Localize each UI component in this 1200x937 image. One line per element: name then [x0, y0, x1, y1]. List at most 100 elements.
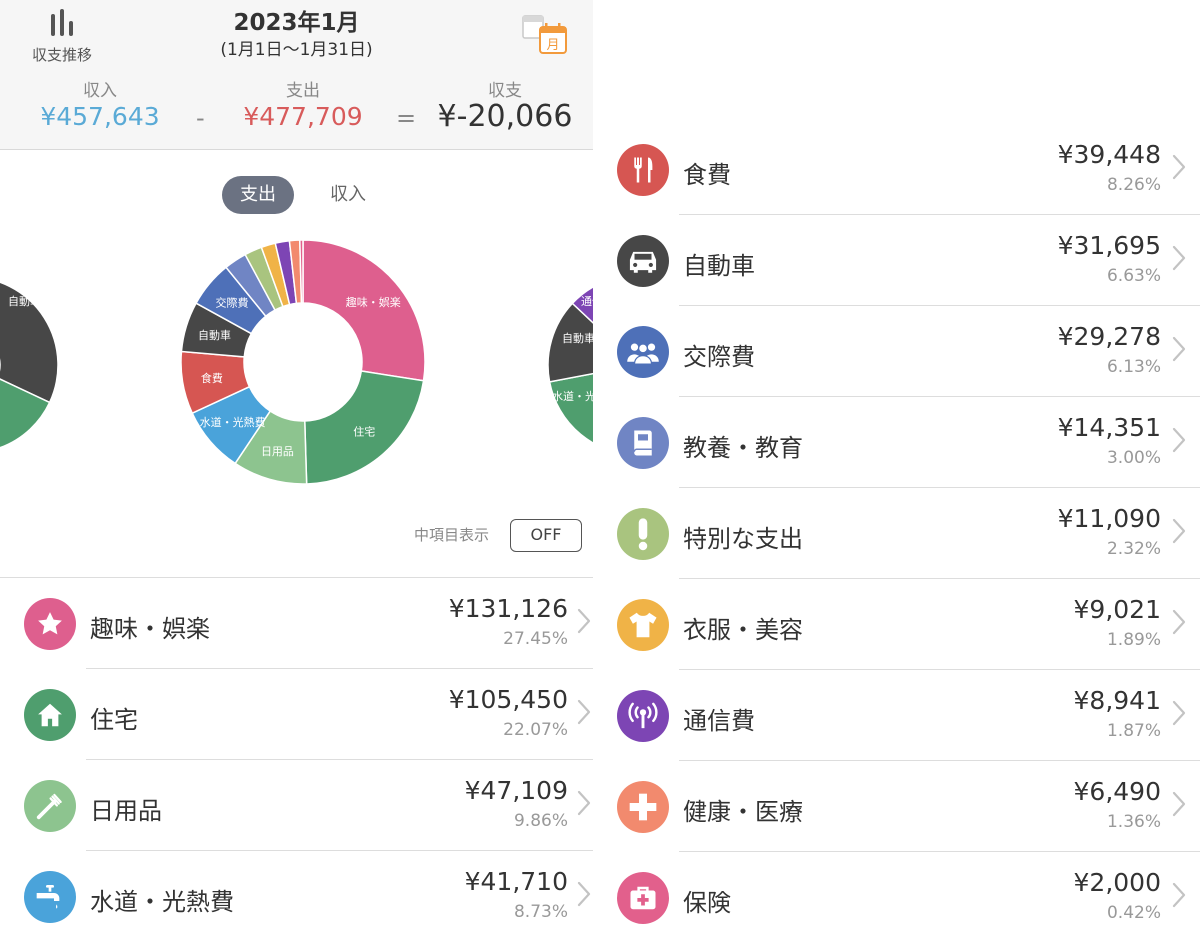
category-amount: ¥131,126 — [448, 594, 568, 623]
right-side-donut-label: 自動車 — [562, 331, 593, 345]
subcategory-label: 中項目表示 — [414, 526, 490, 544]
category-list-left: 趣味・娯楽 ¥131,126 27.45% 住宅 ¥105,450 22.07% 日用品 ¥4… — [0, 577, 593, 937]
chart-carousel[interactable]: 自動車通信自動車水道・光趣味・娯楽住宅日用品水道・光熱費食費自動車交際費 — [0, 225, 593, 505]
category-percent: 6.13% — [1106, 357, 1161, 377]
balance-value: ¥-20,066 — [437, 99, 573, 134]
category-row[interactable]: 交際費 ¥29,278 6.13% — [595, 306, 1200, 397]
right-side-donut-slice — [548, 372, 593, 444]
chevron-right-icon — [1172, 245, 1186, 271]
category-amount: ¥31,695 — [1057, 231, 1161, 260]
donut-slice-label: 水道・光熱費 — [200, 415, 266, 429]
right-side-donut-label: 通信 — [581, 295, 593, 308]
chevron-right-icon — [577, 790, 591, 816]
toothbrush-icon — [24, 780, 76, 832]
category-row[interactable]: 自動車 ¥31,695 6.63% — [595, 215, 1200, 306]
row-chevron — [1172, 882, 1186, 912]
row-chevron — [1172, 154, 1186, 184]
category-name: 自動車 — [683, 252, 755, 280]
category-row[interactable]: 教養・教育 ¥14,351 3.00% — [595, 397, 1200, 488]
category-row[interactable]: 日用品 ¥47,109 9.86% — [0, 760, 593, 851]
category-row[interactable]: 食費 ¥39,448 8.26% — [595, 124, 1200, 215]
category-percent: 8.26% — [1106, 175, 1161, 195]
row-chevron — [1172, 245, 1186, 275]
chevron-right-icon — [1172, 700, 1186, 726]
category-row[interactable]: 保険 ¥2,000 0.42% — [595, 852, 1200, 937]
first-aid-icon — [617, 872, 669, 924]
category-list-right: 食費 ¥39,448 8.26% 自動車 ¥31,695 6.63% 交際費 ¥29,278 6… — [595, 124, 1200, 937]
left-side-donut: 自動車 — [0, 281, 59, 449]
income-value: ¥457,643 — [40, 102, 160, 131]
month-title[interactable]: 2023年1月 — [0, 3, 593, 37]
category-percent: 0.42% — [1106, 903, 1161, 923]
calendar-icon: 月 — [522, 15, 567, 54]
row-chevron — [577, 881, 591, 911]
category-row[interactable]: 住宅 ¥105,450 22.07% — [0, 669, 593, 760]
chevron-right-icon — [1172, 609, 1186, 635]
subcategory-toggle-button[interactable]: OFF — [510, 519, 582, 552]
fork-knife-icon — [617, 144, 669, 196]
category-row[interactable]: 水道・光熱費 ¥41,710 8.73% — [0, 851, 593, 937]
category-percent: 6.63% — [1106, 266, 1161, 286]
calendar-icon-text: 月 — [546, 38, 559, 53]
category-name: 食費 — [683, 161, 731, 189]
calendar-button[interactable]: 月 — [520, 12, 572, 56]
tab-expense[interactable]: 支出 — [222, 176, 294, 214]
category-row[interactable]: 通信費 ¥8,941 1.87% — [595, 670, 1200, 761]
row-chevron — [577, 699, 591, 729]
faucet-icon — [24, 871, 76, 923]
tab-income[interactable]: 収入 — [312, 176, 384, 214]
donut-slice-label: 自動車 — [198, 328, 231, 342]
chevron-right-icon — [1172, 336, 1186, 362]
category-amount: ¥14,351 — [1057, 413, 1161, 442]
category-name: 趣味・娯楽 — [90, 615, 210, 643]
category-row[interactable]: 衣服・美容 ¥9,021 1.89% — [595, 579, 1200, 670]
category-row[interactable]: 特別な支出 ¥11,090 2.32% — [595, 488, 1200, 579]
month-range: (1月1日〜1月31日) — [220, 40, 373, 60]
category-name: 教養・教育 — [683, 434, 803, 462]
chevron-right-icon — [1172, 882, 1186, 908]
category-name: 健康・医療 — [683, 798, 803, 826]
antenna-icon — [617, 690, 669, 742]
category-name: 特別な支出 — [683, 525, 803, 553]
category-percent: 9.86% — [513, 811, 568, 831]
category-name: 通信費 — [683, 707, 755, 735]
category-amount: ¥2,000 — [1073, 868, 1161, 897]
category-name: 住宅 — [90, 706, 138, 734]
equals-sign: = — [396, 104, 417, 132]
category-name: 交際費 — [683, 343, 755, 371]
summary-header: 収支推移 2023年1月 (1月1日〜1月31日) 月 収入 ¥457,643 … — [0, 0, 593, 150]
star-icon — [24, 598, 76, 650]
right-side-donut: 通信自動車水道・光 — [547, 286, 593, 444]
left-side-donut-label: 自動車 — [8, 294, 41, 308]
row-chevron — [1172, 427, 1186, 457]
chevron-right-icon — [1172, 427, 1186, 453]
category-amount: ¥8,941 — [1073, 686, 1161, 715]
category-name: 水道・光熱費 — [90, 888, 234, 916]
category-amount: ¥29,278 — [1057, 322, 1161, 351]
category-amount: ¥11,090 — [1057, 504, 1161, 533]
chevron-right-icon — [1172, 518, 1186, 544]
donut-slice-label: 食費 — [201, 371, 223, 385]
people-icon — [617, 326, 669, 378]
row-chevron — [577, 790, 591, 820]
income-label: 収入 — [83, 81, 117, 101]
donut-slice[interactable] — [302, 239, 426, 382]
row-chevron — [1172, 336, 1186, 366]
exclamation-icon — [617, 508, 669, 560]
category-name: 衣服・美容 — [683, 616, 803, 644]
category-amount: ¥105,450 — [448, 685, 568, 714]
expense-label: 支出 — [286, 81, 320, 101]
category-percent: 8.73% — [513, 902, 568, 922]
donut-slice-label: 趣味・娯楽 — [346, 295, 401, 309]
category-row[interactable]: 健康・医療 ¥6,490 1.36% — [595, 761, 1200, 852]
chevron-right-icon — [1172, 791, 1186, 817]
category-amount: ¥39,448 — [1057, 140, 1161, 169]
category-row[interactable]: 趣味・娯楽 ¥131,126 27.45% — [0, 578, 593, 669]
car-icon — [617, 235, 669, 287]
category-amount: ¥6,490 — [1073, 777, 1161, 806]
balance-label: 収支 — [488, 81, 522, 101]
category-percent: 22.07% — [503, 720, 568, 740]
minus-sign: - — [196, 104, 205, 132]
category-percent: 1.89% — [1106, 630, 1161, 650]
book-icon — [617, 417, 669, 469]
